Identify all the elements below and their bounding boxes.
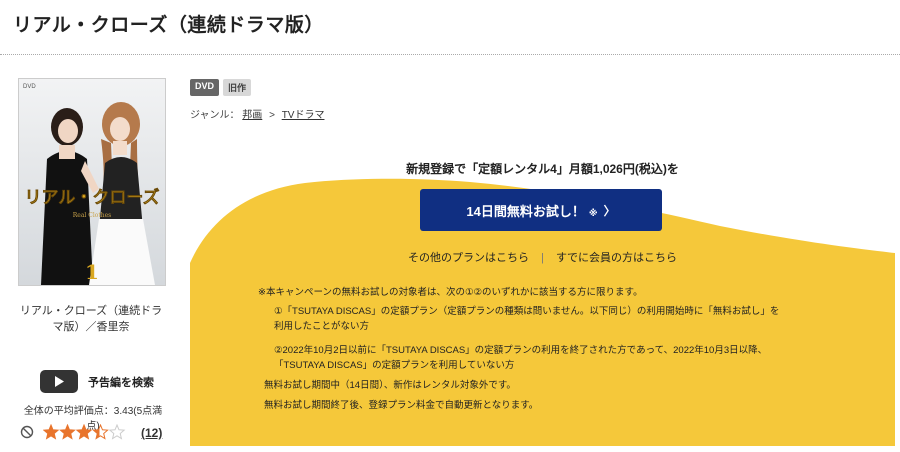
free-trial-label: 14日間無料お試し！ [466,203,585,219]
note-auto-renew: 無料お試し期間終了後、登録プラン料金で自動更新となります。 [264,400,539,411]
note-condition-2-cont: 「TSUTAYA DISCAS」の定額プランを利用していない方 [274,360,515,371]
campaign-notes: ※本キャンペーンの無料お試しの対象者は、次の①②のいずれかに該当する方に限ります… [258,285,779,413]
footnote-mark: ※ [588,207,598,218]
plan-links: その他のプランはこちら | すでに会員の方はこちら [190,249,895,265]
other-plans-link[interactable]: その他のプランはこちら [408,252,529,264]
promo-headline: 新規登録で「定額レンタル4」月額1,026円(税込)を [406,162,679,176]
note-condition-1-cont: 利用したことがない方 [274,321,370,332]
note-condition-2: ②2022年10月2日以前に「TSUTAYA DISCAS」の定額プランの利用を… [274,345,768,356]
note-trial-period: 無料お試し期間中（14日間）、新作はレンタル対象外です。 [264,380,516,391]
free-trial-button[interactable]: 14日間無料お試し！ ※ 〉 [420,189,662,231]
note-condition-1: ①「TSUTAYA DISCAS」の定額プラン（定額プランの種類は問いません。以… [274,306,780,317]
link-separator: | [541,252,544,264]
chevron-right-icon: 〉 [603,203,616,218]
member-login-link[interactable]: すでに会員の方はこちら [556,252,677,264]
note-eligibility: ※本キャンペーンの無料お試しの対象者は、次の①②のいずれかに該当する方に限ります… [258,287,643,298]
